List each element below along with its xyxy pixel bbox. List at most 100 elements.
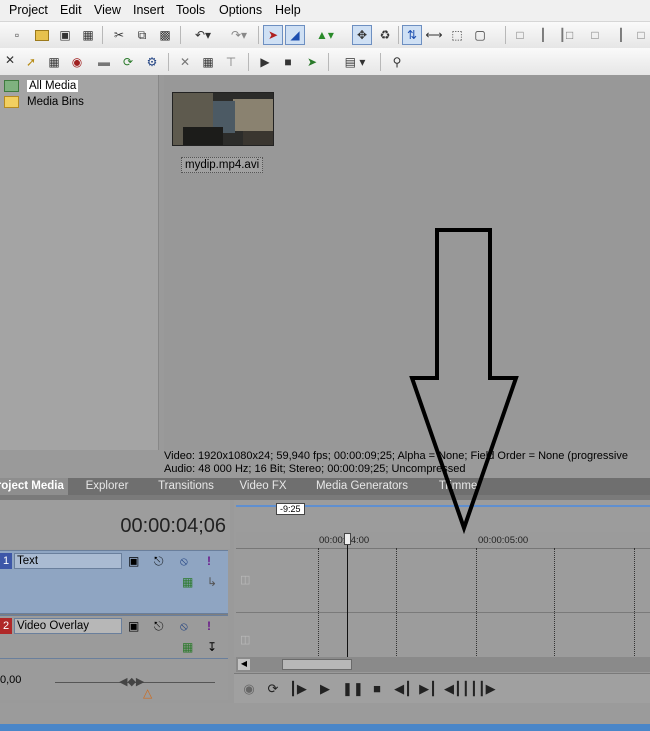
- record-icon[interactable]: ◉: [240, 681, 258, 697]
- mute-icon[interactable]: ⦸: [180, 619, 188, 633]
- paste-icon[interactable]: ▩: [156, 26, 174, 44]
- tab-explorer[interactable]: Explorer: [74, 478, 140, 495]
- trim-end-icon[interactable]: ┃: [534, 26, 552, 44]
- compositing-icon[interactable]: ▦: [182, 575, 193, 589]
- insert-command-icon[interactable]: □: [632, 26, 650, 44]
- menu-edit[interactable]: Edit: [60, 3, 82, 17]
- auto-ripple-icon[interactable]: ✥: [352, 25, 372, 45]
- solo-icon[interactable]: !: [207, 554, 211, 568]
- trim-icon[interactable]: ┃□: [557, 26, 575, 44]
- track-header-video-overlay[interactable]: 2 Video Overlay ▣ ⎋ ⦸ ! ▦ ↧: [0, 615, 228, 659]
- video-info: Video: 1920x1080x24; 59,940 fps; 00:00:0…: [164, 450, 628, 462]
- search-icon[interactable]: ⚲: [388, 53, 406, 71]
- go-to-start-icon[interactable]: ◀┃: [394, 681, 412, 697]
- stop-icon[interactable]: ■: [279, 53, 297, 71]
- previous-frame-icon[interactable]: ◀┃┃: [444, 681, 470, 697]
- track-number: 1: [0, 553, 12, 569]
- tree-item-media-bins[interactable]: Media Bins: [4, 94, 84, 110]
- split-icon[interactable]: ▢: [471, 26, 489, 44]
- render-icon[interactable]: ▲▾: [312, 26, 338, 44]
- track-name[interactable]: Text: [14, 553, 122, 569]
- track-number: 2: [0, 618, 12, 634]
- folder-icon: [4, 96, 19, 108]
- next-frame-icon[interactable]: ┃┃▶: [470, 681, 496, 697]
- media-tree: All Media Media Bins: [0, 75, 159, 450]
- clip-thumbnail[interactable]: [172, 92, 274, 146]
- track-fx-icon[interactable]: ⎋: [154, 619, 164, 633]
- media-fx-icon[interactable]: ⊤: [222, 53, 240, 71]
- window-dock-tabs: Project Media Explorer Transitions Video…: [0, 478, 650, 495]
- audio-info: Audio: 48 000 Hz; 16 Bit; Stereo; 00:00:…: [164, 463, 466, 475]
- track-name[interactable]: Video Overlay: [14, 618, 122, 634]
- cut-icon[interactable]: ✂: [110, 26, 128, 44]
- snapping-icon[interactable]: ♻: [376, 26, 394, 44]
- go-to-end-icon[interactable]: ▶┃: [419, 681, 437, 697]
- play-from-start-icon[interactable]: ┃▶: [289, 681, 307, 697]
- stop-icon[interactable]: ■: [368, 681, 386, 696]
- project-length-marker: -9:25: [276, 503, 305, 515]
- loop-playback-icon[interactable]: ⟳: [264, 681, 282, 697]
- track-fx-icon[interactable]: ⎋: [154, 554, 164, 568]
- tab-project-media[interactable]: Project Media: [0, 478, 68, 495]
- mute-icon[interactable]: ⦸: [180, 554, 188, 568]
- track-header-text[interactable]: 1 Text ▣ ⎋ ⦸ ! ▦ ↳: [0, 550, 228, 614]
- search-media-icon[interactable]: ⚙: [143, 53, 161, 71]
- menu-options[interactable]: Options: [219, 3, 262, 17]
- time-ruler[interactable]: 00:00:04:00 00:00:05:00: [236, 532, 650, 549]
- lock-envelopes-icon[interactable]: ⟷: [425, 26, 443, 44]
- views-icon[interactable]: ▤ ▾: [340, 53, 370, 71]
- get-media-web-icon[interactable]: ◉: [68, 53, 86, 71]
- auto-preview-icon[interactable]: ➤: [303, 53, 321, 71]
- tab-media-generators[interactable]: Media Generators: [300, 478, 424, 495]
- menu-help[interactable]: Help: [275, 3, 301, 17]
- media-toolbar: ✕ ➚ ▦ ◉ ▬ ⟳ ⚙ ✕ ▦ ⊤ ▶ ■ ➤ ▤ ▾ ⚲: [0, 48, 650, 75]
- play-icon[interactable]: ▶: [316, 681, 334, 697]
- auto-crossfade-icon[interactable]: ⇅: [402, 25, 422, 45]
- timeline-scrollbar[interactable]: ◀: [236, 657, 650, 672]
- play-icon[interactable]: ▶: [256, 53, 274, 71]
- scrollbar-thumb[interactable]: [282, 659, 352, 670]
- tab-transitions[interactable]: Transitions: [146, 478, 226, 495]
- menu-project[interactable]: Project: [9, 3, 48, 17]
- insert-marker-icon[interactable]: □: [586, 26, 604, 44]
- tab-video-fx[interactable]: Video FX: [232, 478, 294, 495]
- track-motion-icon[interactable]: ▣: [128, 619, 139, 633]
- menu-insert[interactable]: Insert: [133, 3, 164, 17]
- parent-icon[interactable]: ↧: [207, 640, 217, 654]
- refresh-icon[interactable]: ⟳: [119, 53, 137, 71]
- capture-video-icon[interactable]: ▦: [45, 53, 63, 71]
- parent-icon[interactable]: ↳: [207, 575, 217, 589]
- trim-start-icon[interactable]: □: [511, 26, 529, 44]
- media-properties-icon[interactable]: ▦: [199, 53, 217, 71]
- ignore-grouping-icon[interactable]: ⬚: [448, 26, 466, 44]
- clip-name[interactable]: mydip.mp4.avi: [181, 157, 264, 173]
- compositing-icon[interactable]: ▦: [182, 640, 193, 654]
- playhead-cursor[interactable]: [347, 533, 348, 657]
- media-info: Video: 1920x1080x24; 59,940 fps; 00:00:0…: [164, 450, 650, 478]
- rate-slider-thumb[interactable]: ◀◆▶: [119, 675, 144, 688]
- new-project-icon[interactable]: ▫: [8, 26, 26, 44]
- pause-icon[interactable]: ❚❚: [342, 681, 364, 697]
- import-media-icon[interactable]: ➚: [22, 53, 40, 71]
- solo-icon[interactable]: !: [207, 619, 211, 633]
- insert-region-icon[interactable]: ┃: [612, 26, 630, 44]
- track-motion-icon[interactable]: ▣: [128, 554, 139, 568]
- delete-icon[interactable]: ✕: [176, 53, 194, 71]
- normal-edit-tool-icon[interactable]: ➤: [263, 25, 283, 45]
- window-close-icon[interactable]: ✕: [2, 51, 18, 69]
- tab-trimmer[interactable]: Trimmer: [430, 478, 490, 495]
- properties-icon[interactable]: ▦: [79, 26, 97, 44]
- copy-icon[interactable]: ⧉: [133, 26, 151, 44]
- undo-icon[interactable]: ↶▾: [190, 26, 216, 44]
- menu-view[interactable]: View: [94, 3, 121, 17]
- timeline-area[interactable]: [234, 500, 650, 657]
- playhead-handle[interactable]: [344, 533, 351, 545]
- save-icon[interactable]: ▣: [56, 26, 74, 44]
- open-icon[interactable]: [33, 26, 51, 44]
- tree-item-all-media[interactable]: All Media: [4, 78, 79, 94]
- envelope-tool-icon[interactable]: ◢: [285, 25, 305, 45]
- redo-icon[interactable]: ↷▾: [226, 26, 252, 44]
- scroll-left-icon[interactable]: ◀: [238, 659, 250, 670]
- remove-media-icon[interactable]: ▬: [95, 53, 113, 71]
- menu-tools[interactable]: Tools: [176, 3, 205, 17]
